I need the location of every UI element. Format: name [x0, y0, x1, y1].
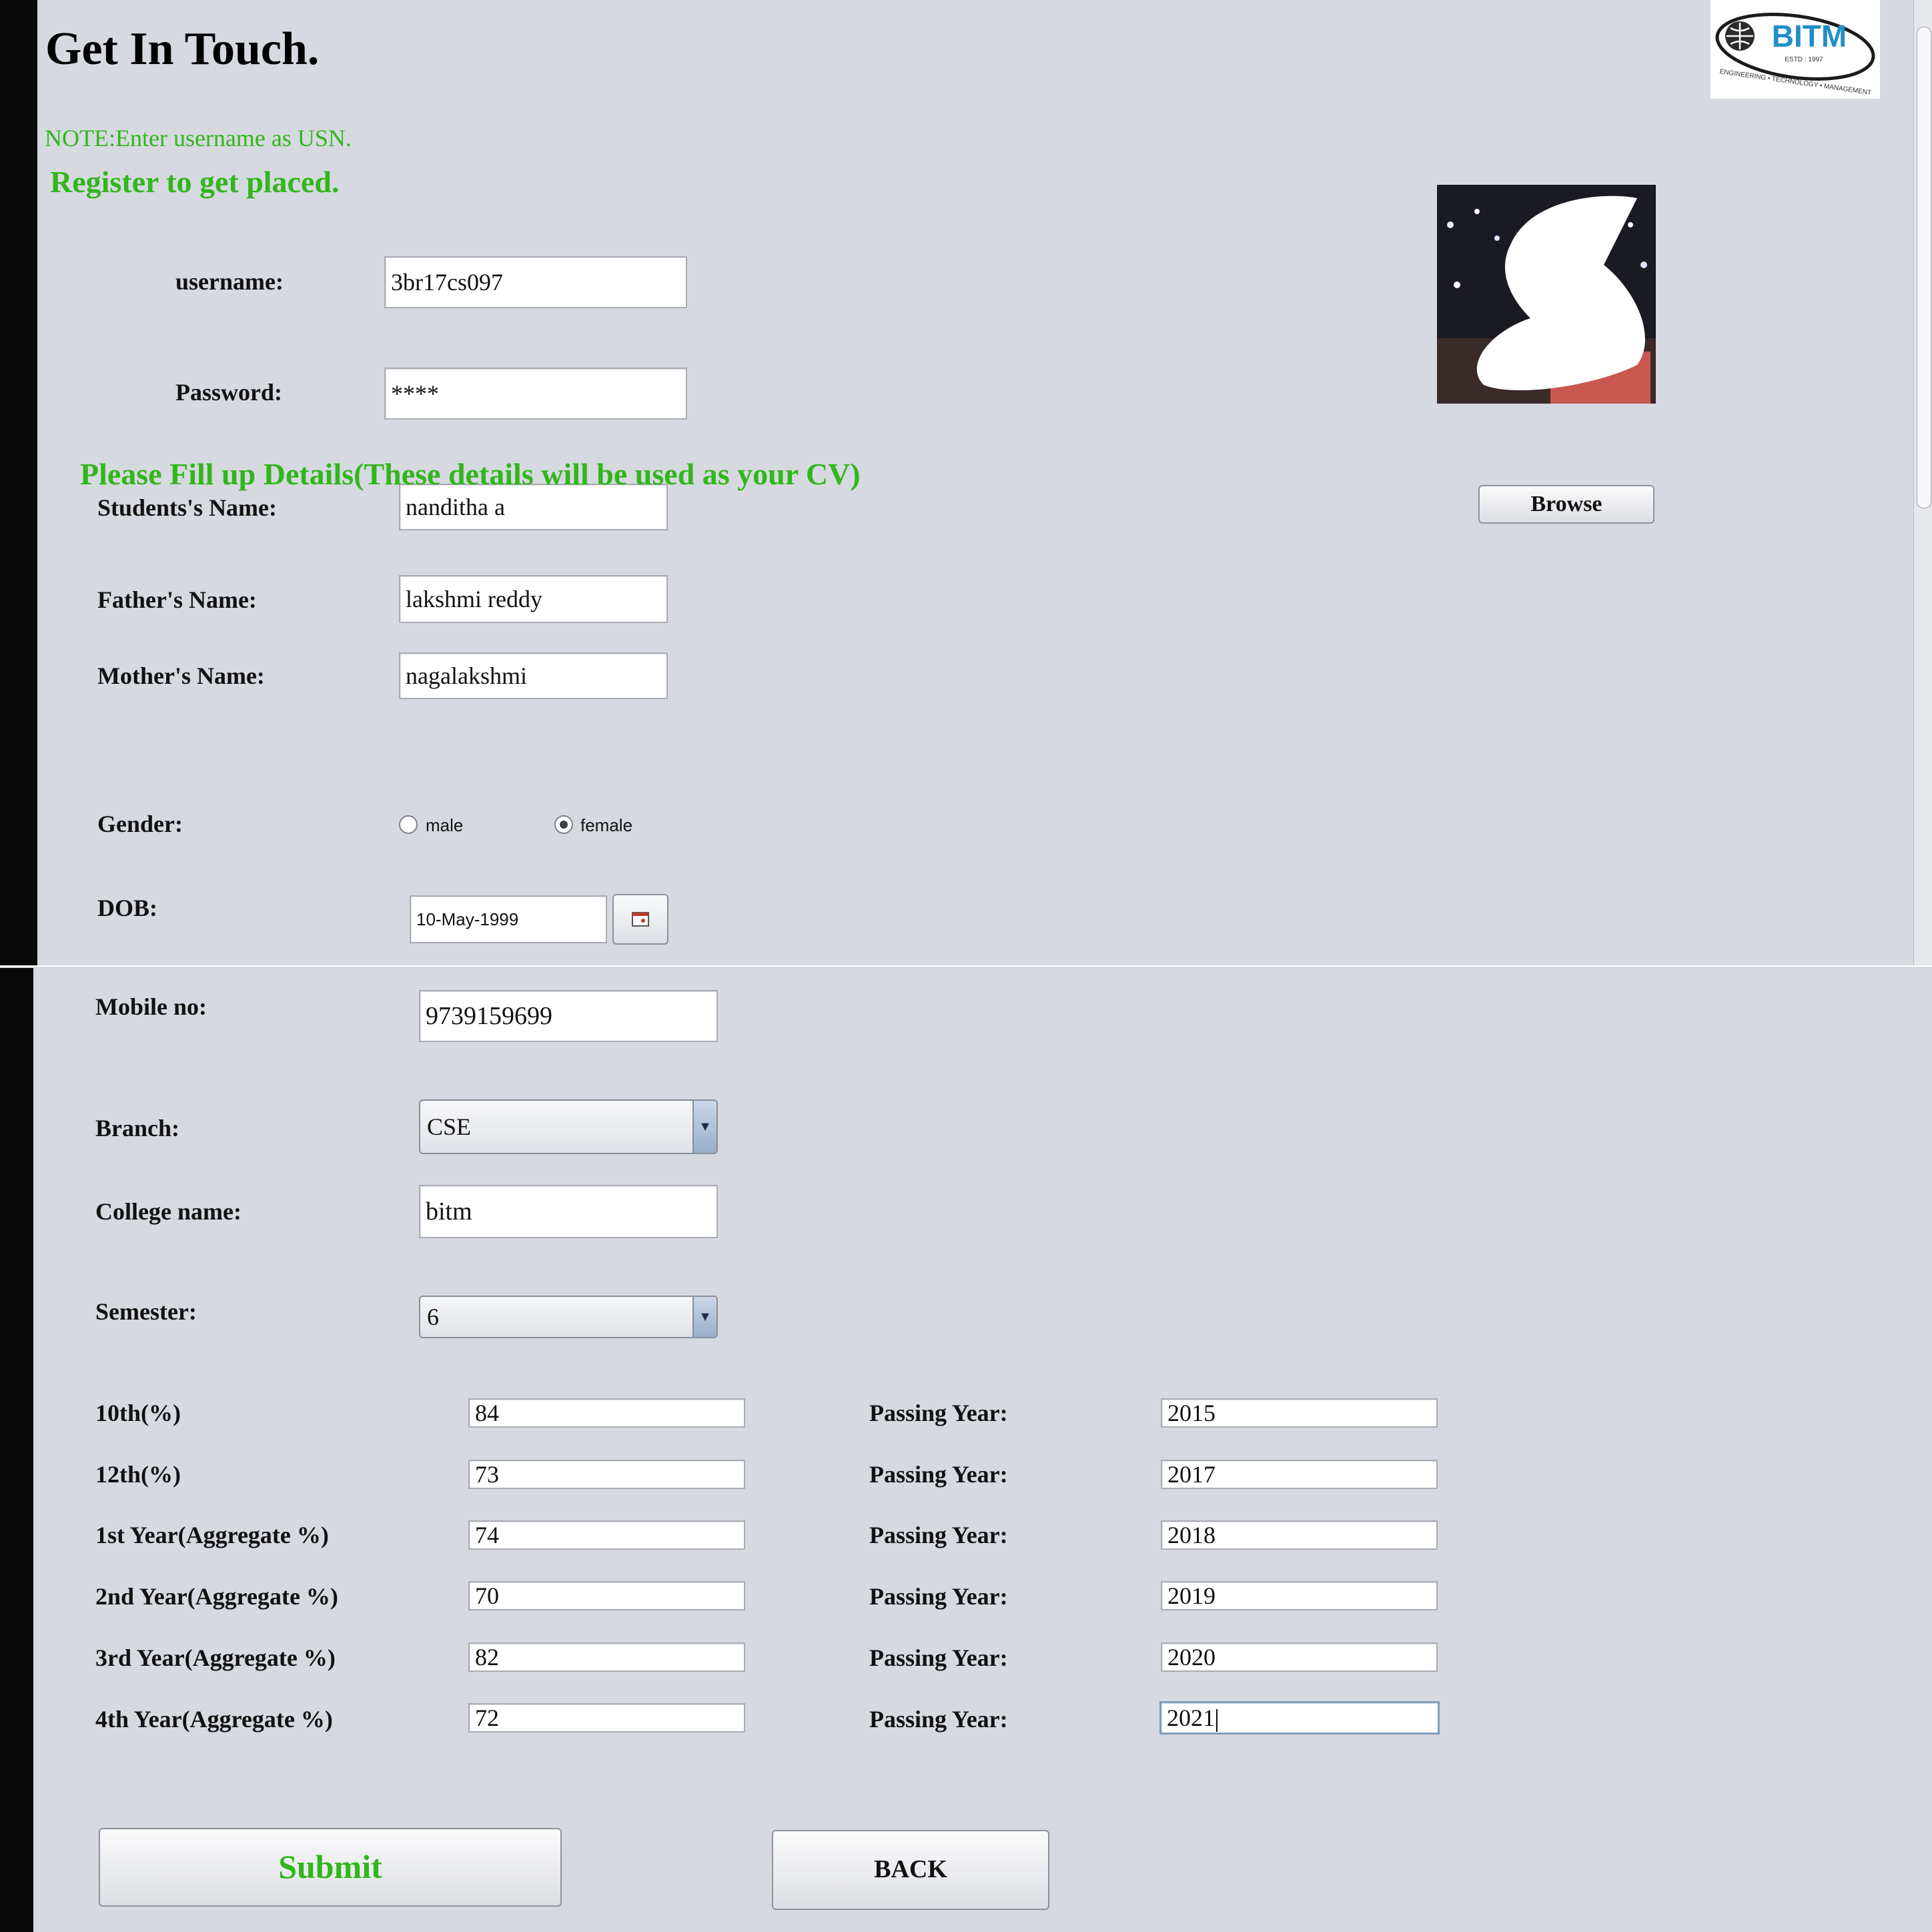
father-name-input[interactable]: lakshmi reddy: [399, 575, 668, 623]
mobile-label: Mobile no:: [95, 993, 207, 1020]
page-title: Get In Touch.: [45, 23, 320, 75]
passing-year-label-4th-year: Passing Year:: [869, 1706, 1008, 1733]
username-label: username:: [175, 268, 284, 295]
passing-year-12th[interactable]: 2017: [1161, 1460, 1438, 1489]
academic-percent-4th-year[interactable]: 72: [468, 1703, 745, 1733]
password-input[interactable]: ****: [384, 368, 687, 420]
academic-percent-12th[interactable]: 73: [468, 1460, 745, 1489]
branch-label: Branch:: [95, 1115, 179, 1141]
back-button[interactable]: BACK: [772, 1830, 1049, 1910]
college-label: College name:: [95, 1198, 242, 1225]
bitm-logo: BITM ESTD : 1997 ENGINEERING • TECHNOLOG…: [1711, 0, 1880, 99]
semester-label: Semester:: [95, 1298, 197, 1325]
passing-year-10th[interactable]: 2015: [1161, 1398, 1438, 1428]
passing-year-label-1st-year: Passing Year:: [869, 1522, 1008, 1548]
scrollbar-thumb[interactable]: [1917, 27, 1931, 508]
username-note: NOTE:Enter username as USN.: [45, 125, 352, 151]
academic-percent-2nd-year[interactable]: 70: [468, 1581, 745, 1610]
passing-year-4th-year[interactable]: 2021: [1159, 1701, 1440, 1735]
dob-input[interactable]: 10-May-1999: [410, 895, 607, 943]
gender-radio-female[interactable]: [554, 815, 573, 834]
passing-year-label-12th: Passing Year:: [869, 1461, 1008, 1488]
passing-year-label-10th: Passing Year:: [869, 1400, 1008, 1426]
passing-year-1st-year[interactable]: 2018: [1161, 1520, 1438, 1550]
calendar-icon: [632, 912, 649, 927]
semester-select[interactable]: 6 ▼: [419, 1296, 718, 1338]
academic-percent-10th[interactable]: 84: [468, 1398, 745, 1428]
academic-label-4th-year: 4th Year(Aggregate %): [95, 1706, 333, 1733]
branch-select[interactable]: CSE ▼: [419, 1099, 718, 1154]
profile-photo: [1437, 185, 1656, 404]
svg-text:ESTD : 1997: ESTD : 1997: [1785, 56, 1823, 63]
academic-label-12th: 12th(%): [95, 1461, 181, 1488]
academic-label-2nd-year: 2nd Year(Aggregate %): [95, 1583, 338, 1610]
gender-male-label: male: [426, 815, 464, 835]
radio-selected-dot: [560, 821, 568, 829]
passing-year-3rd-year[interactable]: 2020: [1161, 1642, 1438, 1672]
screenshot-divider: [0, 965, 1932, 968]
student-name-label: Students's Name:: [97, 494, 278, 521]
username-input[interactable]: 3br17cs097: [384, 256, 687, 308]
passing-year-4th-year-value: 2021: [1167, 1705, 1215, 1731]
passing-year-label-3rd-year: Passing Year:: [869, 1644, 1008, 1671]
branch-selected-value: CSE: [427, 1113, 472, 1140]
academic-label-3rd-year: 3rd Year(Aggregate %): [95, 1644, 336, 1671]
mother-name-label: Mother's Name:: [97, 662, 265, 689]
mother-name-input[interactable]: nagalakshmi: [399, 652, 668, 699]
password-label: Password:: [175, 379, 282, 406]
browse-button[interactable]: Browse: [1478, 485, 1654, 524]
text-caret: [1216, 1709, 1218, 1732]
register-heading: Register to get placed.: [50, 165, 340, 199]
college-input[interactable]: bitm: [419, 1185, 718, 1238]
chevron-down-icon[interactable]: ▼: [692, 1297, 716, 1337]
window-left-edge-lower: [0, 966, 33, 1932]
passing-year-label-2nd-year: Passing Year:: [869, 1583, 1008, 1610]
gender-label: Gender:: [97, 811, 183, 837]
mobile-input[interactable]: 9739159699: [419, 990, 718, 1042]
academic-percent-3rd-year[interactable]: 82: [468, 1642, 745, 1672]
academic-label-10th: 10th(%): [95, 1400, 181, 1426]
gender-female-label: female: [580, 815, 633, 835]
logo-text: BITM: [1772, 19, 1847, 53]
academic-label-1st-year: 1st Year(Aggregate %): [95, 1522, 329, 1548]
academic-percent-1st-year[interactable]: 74: [468, 1520, 745, 1550]
details-heading: Please Fill up Details(These details wil…: [80, 457, 861, 491]
calendar-button[interactable]: [612, 894, 668, 945]
father-name-label: Father's Name:: [97, 586, 257, 613]
submit-button[interactable]: Submit: [99, 1828, 562, 1907]
passing-year-2nd-year[interactable]: 2019: [1161, 1581, 1438, 1610]
window-left-edge: [0, 0, 37, 966]
semester-selected-value: 6: [427, 1304, 439, 1330]
gender-radio-male[interactable]: [399, 815, 418, 834]
dob-label: DOB:: [97, 895, 157, 921]
vertical-scrollbar[interactable]: [1913, 0, 1932, 966]
svg-text:ENGINEERING • TECHNOLOGY • MAN: ENGINEERING • TECHNOLOGY • MANAGEMENT: [1719, 68, 1872, 97]
chevron-down-icon[interactable]: ▼: [692, 1101, 716, 1153]
